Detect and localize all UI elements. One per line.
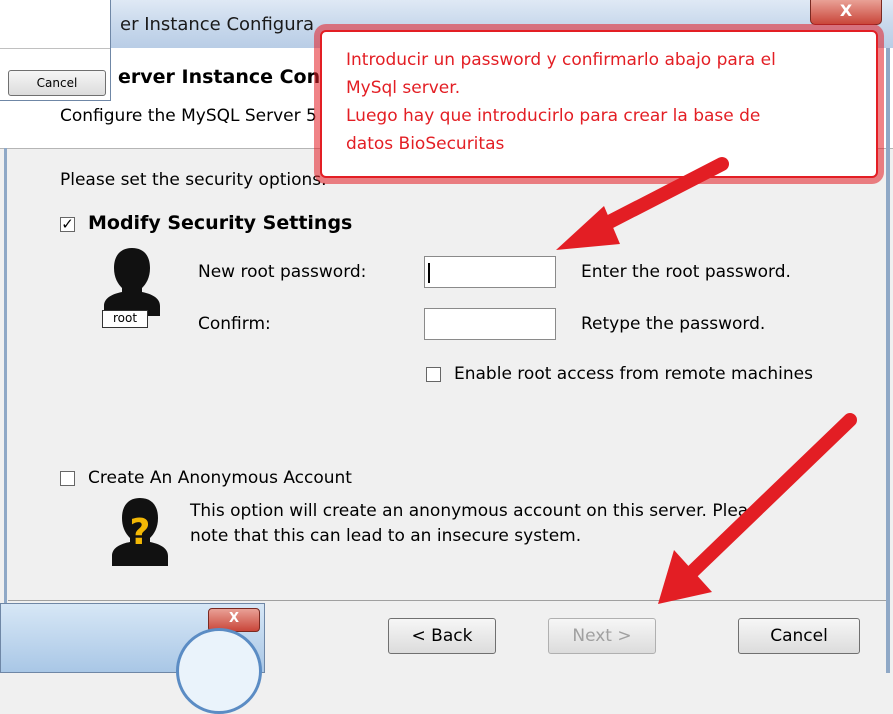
new-password-input[interactable] — [424, 256, 556, 288]
anonymous-user-icon: ? — [112, 498, 168, 566]
confirm-password-input[interactable] — [424, 308, 556, 340]
anonymous-account-label: Create An Anonymous Account — [88, 468, 352, 488]
callout-line-1: Introducir un password y confirmarlo aba… — [346, 50, 776, 70]
background-cancel-button[interactable]: Cancel — [8, 70, 106, 96]
remote-access-checkbox[interactable] — [426, 367, 441, 382]
svg-text:?: ? — [130, 512, 151, 553]
text-caret — [428, 263, 430, 283]
window-frame-left — [4, 148, 7, 608]
confirm-hint: Retype the password. — [581, 314, 766, 334]
background-disc-icon — [176, 628, 262, 714]
window-frame-right — [886, 48, 890, 673]
modify-security-label: Modify Security Settings — [88, 212, 353, 234]
anonymous-account-checkbox[interactable] — [60, 471, 75, 486]
background-window-frame — [0, 0, 110, 49]
new-password-hint: Enter the root password. — [581, 262, 791, 282]
close-button[interactable]: X — [810, 0, 882, 25]
new-password-label: New root password: — [198, 262, 367, 282]
back-button[interactable]: < Back — [388, 618, 496, 654]
root-tag: root — [102, 310, 148, 328]
callout-line-3: Luego hay que introducirlo para crear la… — [346, 106, 761, 126]
anonymous-desc-line1: This option will create an anonymous acc… — [190, 501, 749, 521]
modify-security-checkbox[interactable]: ✓ — [60, 217, 75, 232]
remote-access-label: Enable root access from remote machines — [454, 364, 813, 384]
cancel-button[interactable]: Cancel — [738, 618, 860, 654]
next-button[interactable]: Next > — [548, 618, 656, 654]
callout-line-2: MySql server. — [346, 78, 461, 98]
page-subtitle: Configure the MySQL Server 5 — [60, 106, 317, 126]
anonymous-desc-line2: note that this can lead to an insecure s… — [190, 526, 582, 546]
page-title: erver Instance Con — [118, 66, 321, 88]
callout-line-4: datos BioSecuritas — [346, 134, 505, 154]
root-user-icon — [104, 248, 160, 316]
intro-text: Please set the security options. — [60, 170, 327, 190]
confirm-label: Confirm: — [198, 314, 271, 334]
window-title: er Instance Configura — [120, 14, 315, 35]
background-window-top: Cancel — [0, 0, 111, 101]
footer-divider — [8, 600, 886, 601]
